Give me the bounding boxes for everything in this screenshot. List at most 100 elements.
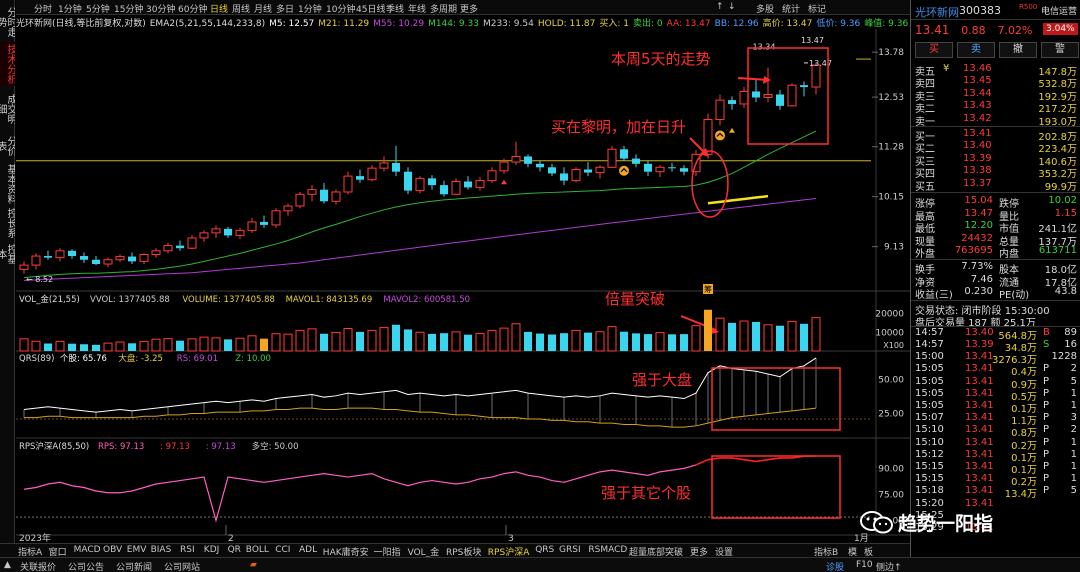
indicator-tab-17[interactable]: QRS — [535, 545, 554, 555]
toolbar-1[interactable]: 统计 — [782, 2, 800, 15]
indicator-tab-8[interactable]: QR — [228, 545, 241, 555]
stat-row: 净资 7.46 流通 17.8亿 — [911, 273, 1080, 289]
rps-legend-item: 多空: 50.00 — [252, 441, 299, 452]
period-tab-7[interactable]: 周线 — [232, 2, 250, 15]
tick-row: 15:00 13.41 3276.3万 1228 — [911, 351, 1080, 366]
period-tab-8[interactable]: 月线 — [254, 2, 272, 15]
left-tab-2[interactable]: 成交明细 — [0, 90, 15, 128]
period-tab-10[interactable]: 1分钟 — [298, 2, 322, 15]
ask-price: 13.44 — [963, 87, 992, 99]
period-tab-9[interactable]: 多日 — [276, 2, 294, 15]
qrs-legend-name: QRS(89) — [19, 354, 54, 364]
indicator-tab-18[interactable]: GRSI — [559, 545, 581, 555]
tick-count: 1 — [1070, 473, 1077, 485]
kline-chart[interactable]: 13.7812.5311.2810.159.1313.3413.4713.47←… — [16, 16, 910, 543]
stat-value: 7.46 — [970, 273, 993, 285]
period-tab-1[interactable]: 1分钟 — [58, 2, 82, 15]
tick-count: 5 — [1070, 485, 1077, 497]
date-tick-label: 3 — [508, 534, 514, 543]
stat-row: 最低 12.20 市值 241.1亿 — [911, 220, 1080, 235]
status-right-2[interactable]: 侧边↑ — [876, 560, 902, 572]
tick-time: 15:07 — [915, 412, 944, 424]
candle-down — [644, 163, 652, 172]
volume-bar-down — [44, 343, 52, 351]
indicator-tab-10[interactable]: CCI — [275, 545, 290, 555]
legend-item: BB: 12.96 — [714, 19, 759, 29]
status-link-3[interactable]: 公司网站 — [164, 560, 200, 572]
trade-button-2[interactable]: 撤 — [999, 42, 1037, 58]
period-tab-14[interactable]: 年线 — [408, 2, 426, 15]
industry-tag[interactable]: 电信运营 — [1041, 4, 1077, 17]
trade-button-1[interactable]: 卖 — [957, 42, 995, 58]
candle-up — [151, 250, 161, 255]
period-tab-2[interactable]: 5分钟 — [86, 2, 110, 15]
menu-arrow-icon[interactable]: ▲ — [4, 560, 11, 570]
period-tab-5[interactable]: 60分钟 — [178, 2, 207, 15]
period-tab-11[interactable]: 10分钟 — [326, 2, 355, 15]
indicator-tab-2[interactable]: MACD — [74, 545, 101, 555]
left-tab-4[interactable]: 基本资料 — [0, 162, 15, 206]
candle-down — [260, 221, 268, 225]
volume-bar-down — [620, 331, 628, 351]
indicator-tab-5[interactable]: BIAS — [151, 545, 172, 555]
status-right-0[interactable]: 诊股 — [826, 560, 844, 572]
left-tab-1[interactable]: 技术分析 — [0, 42, 15, 86]
price-tick-label: 11.28 — [878, 143, 904, 153]
bid-row: 买三 13.39 140.6万 — [911, 153, 1080, 168]
stat-value: 613711 — [1038, 245, 1077, 257]
tick-row: 15:10 13.41 0.2万 P 1 — [911, 437, 1080, 452]
status-link-1[interactable]: 公司公告 — [68, 560, 104, 572]
period-tab-12[interactable]: 45日线 — [356, 2, 385, 15]
tick-side: P — [1043, 375, 1050, 387]
indicator-tab-4[interactable]: EMV — [127, 545, 147, 555]
candle-down — [80, 256, 88, 260]
tick-price: 13.40 — [965, 326, 994, 338]
qrs-legend-item: 个股: 65.76 — [60, 354, 107, 364]
stat-row: 现量 24432 总量 137.7万 — [911, 233, 1080, 248]
low-label: ← 8.52 — [26, 275, 53, 284]
trade-button-0[interactable]: 买 — [915, 42, 953, 58]
period-tab-15[interactable]: 多周期 — [430, 2, 457, 15]
left-tab-5[interactable]: 控长系 — [0, 208, 15, 238]
tick-side: P — [1043, 400, 1050, 411]
tick-side: P — [1043, 363, 1050, 375]
indicator-tab-7[interactable]: KDJ — [204, 545, 220, 555]
indicator-tab-19[interactable]: RSMACD — [588, 545, 627, 555]
period-tab-13[interactable]: 季线 — [386, 2, 404, 15]
indicator-tab-6[interactable]: RSI — [180, 545, 195, 555]
indicator-tab-9[interactable]: BOLL — [246, 545, 269, 555]
stat-row: 收益(三) 0.230 PE(动) 43.8 — [911, 286, 1080, 301]
legend-item: M233: 9.54 — [482, 19, 534, 29]
toolbar-2[interactable]: 标记 — [808, 2, 826, 15]
left-tab-3[interactable]: 分价表 — [0, 132, 15, 160]
indicator-tab-11[interactable]: ADL — [299, 545, 317, 555]
stat-row: 换手 7.73% 股本 18.0亿 — [911, 261, 1080, 276]
status-link-2[interactable]: 公司新闻 — [116, 560, 152, 572]
ask-row: 卖二 13.43 217.2万 — [911, 100, 1080, 115]
arrow-up-icon[interactable]: ↑ — [716, 2, 724, 12]
tick-price: 13.41 — [965, 412, 994, 424]
period-tab-6[interactable]: 日线 — [210, 2, 228, 15]
watermark: 趋势一阳指 — [858, 508, 1058, 536]
left-tab-0[interactable]: 分时走势 — [0, 4, 15, 40]
candle-down — [464, 181, 472, 188]
left-tab-6[interactable]: 控基本 — [0, 240, 15, 268]
period-tab-0[interactable]: 分时 — [34, 2, 52, 15]
chart-bg — [16, 29, 910, 543]
arrow-down-icon[interactable]: ↓ — [728, 2, 736, 12]
vol-legend-item: MAVOL2: 600581.50 — [383, 295, 470, 305]
indicator-tab-3[interactable]: OBV — [103, 545, 122, 555]
chip-marker-text: 筹 — [704, 284, 712, 294]
toolbar-0[interactable]: 多股 — [756, 2, 774, 15]
status-link-0[interactable]: 关联报价 — [20, 560, 56, 572]
trade-button-3[interactable]: 警 — [1041, 42, 1079, 58]
stock-name[interactable]: 光环新网 — [915, 4, 959, 20]
period-tab-4[interactable]: 30分钟 — [146, 2, 175, 15]
high-label-top: 13.47 — [801, 36, 824, 45]
candle-down — [92, 259, 100, 265]
status-right-1[interactable]: F10 — [856, 560, 873, 570]
tick-row: 15:15 13.41 0.2万 P 1 — [911, 473, 1080, 488]
period-tab-3[interactable]: 15分钟 — [114, 2, 143, 15]
candle-down — [392, 162, 400, 172]
period-tab-16[interactable]: 更多 — [460, 2, 478, 15]
